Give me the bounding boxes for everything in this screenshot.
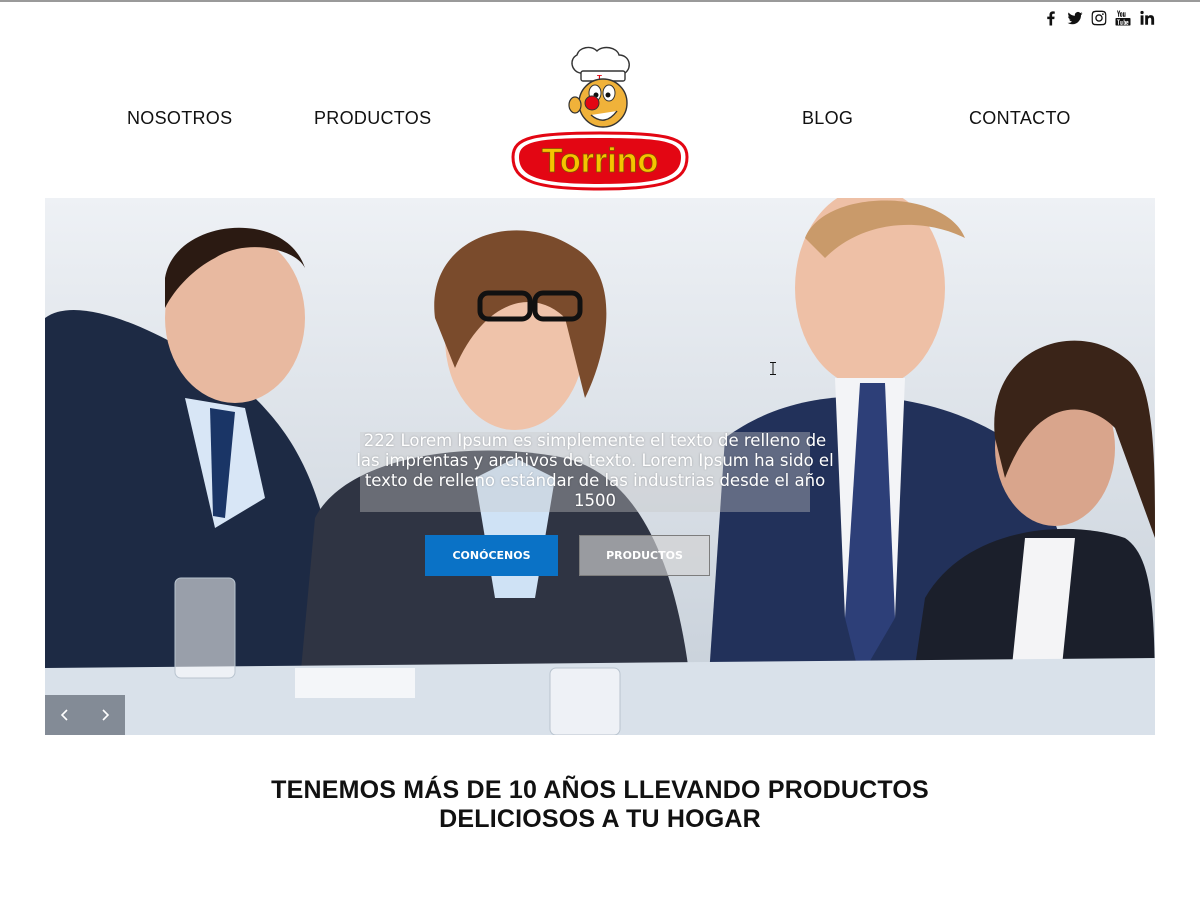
headline-line-2: DELICIOSOS A TU HOGAR <box>439 805 761 833</box>
text-cursor-icon <box>770 362 776 375</box>
conocenos-button[interactable]: CONÓCENOS <box>425 535 558 576</box>
top-border <box>0 0 1200 2</box>
next-slide-button[interactable] <box>85 695 125 735</box>
hero-caption: 222 Lorem Ipsum es simplemente el texto … <box>356 431 834 510</box>
facebook-icon[interactable] <box>1042 8 1060 28</box>
instagram-icon[interactable] <box>1090 8 1108 28</box>
hero-slider: 222 Lorem Ipsum es simplemente el texto … <box>45 198 1155 735</box>
chevron-left-icon <box>60 709 68 721</box>
twitter-icon[interactable] <box>1066 8 1084 28</box>
slider-controls <box>45 695 125 735</box>
youtube-icon[interactable] <box>1114 8 1132 28</box>
nav-productos[interactable]: PRODUCTOS <box>314 108 431 129</box>
chevron-right-icon <box>102 709 110 721</box>
headline-line-1: TENEMOS MÁS DE 10 AÑOS LLEVANDO PRODUCTO… <box>271 776 929 804</box>
logo-graphic: T Torrino <box>511 46 689 191</box>
productos-button[interactable]: PRODUCTOS <box>579 535 710 576</box>
nav-contacto[interactable]: CONTACTO <box>969 108 1071 129</box>
nav-nosotros[interactable]: NOSOTROS <box>127 108 232 129</box>
logo-text: Torrino <box>542 142 658 180</box>
nav-blog[interactable]: BLOG <box>802 108 853 129</box>
linkedin-icon[interactable] <box>1138 8 1156 28</box>
prev-slide-button[interactable] <box>45 695 85 735</box>
torrino-logo[interactable]: T Torrino <box>505 45 695 193</box>
social-links <box>1042 8 1156 28</box>
section-headline: TENEMOS MÁS DE 10 AÑOS LLEVANDO PRODUCTO… <box>200 776 1000 834</box>
